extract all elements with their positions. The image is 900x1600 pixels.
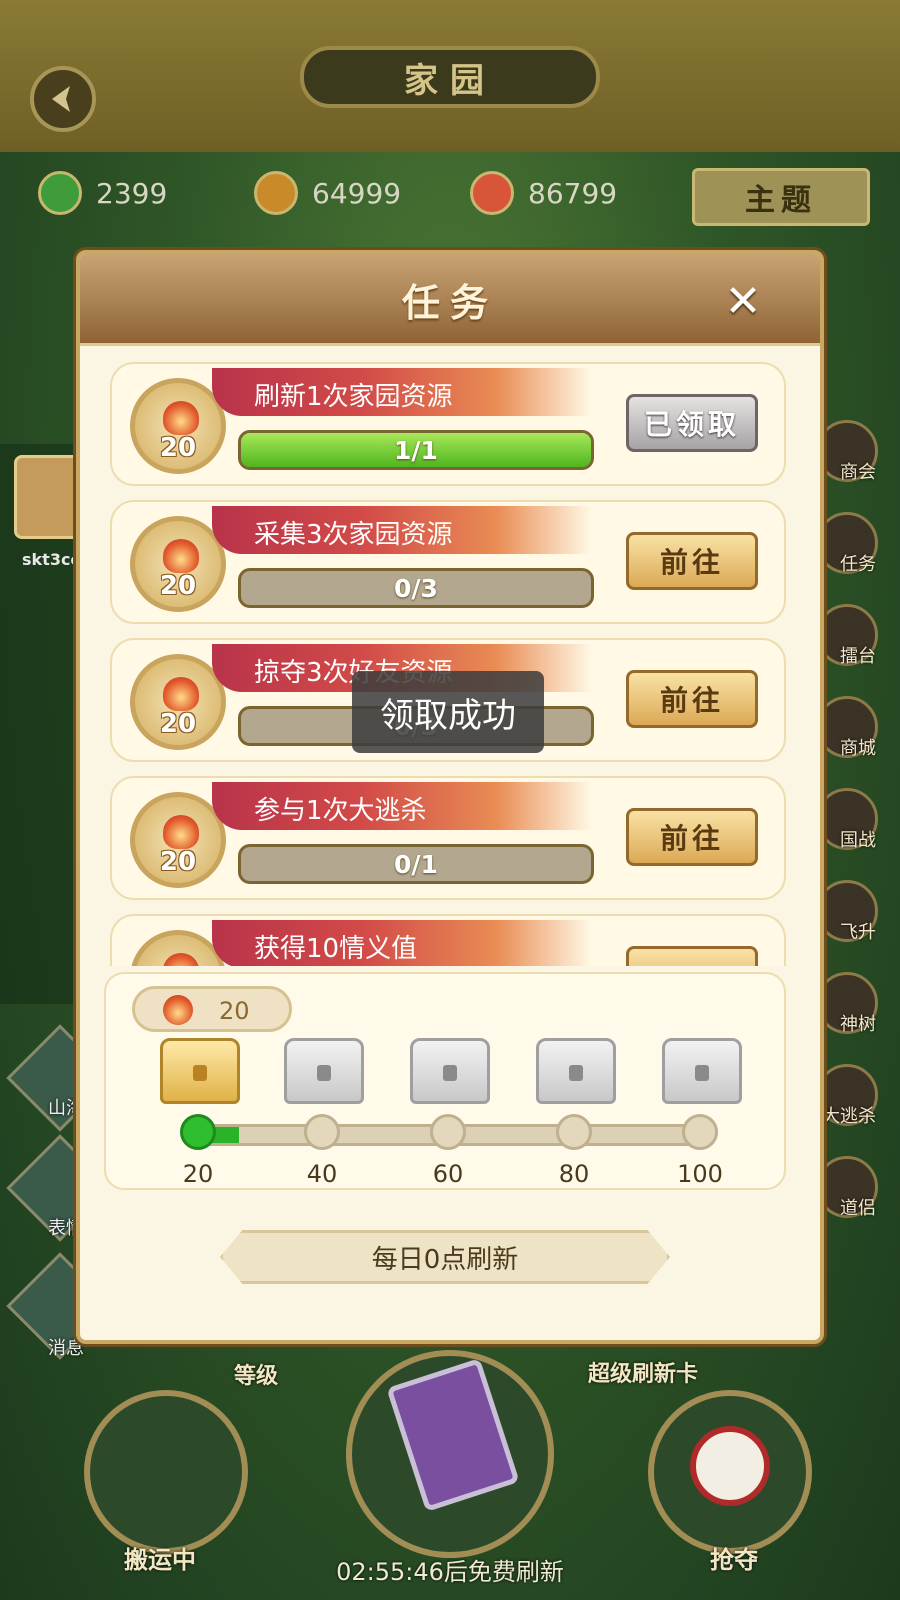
activity-score-value: 20 [219,997,250,1025]
task-row: 20 参与1次大逃杀 0/1 前往 [110,776,786,900]
flame-icon [163,995,193,1025]
menu-tree-label: 神树 [840,1014,876,1035]
reward-amount: 20 [159,709,197,739]
task-title: 采集3次家园资源 [254,520,453,550]
rob-button[interactable] [648,1390,812,1554]
reward-medal: 20 [130,792,226,888]
task-row: 获得10情义值 [110,914,786,966]
close-icon: ✕ [724,275,762,327]
menu-partner-label: 道侣 [840,1198,876,1219]
reward-medal: 20 [130,516,226,612]
resource-peach-value: 86799 [528,176,618,210]
go-button[interactable]: 前往 [626,808,758,866]
resource-leaf: 2399 [38,171,168,215]
reward-medal: 20 [130,378,226,474]
task-progress-bar: 0/3 [238,568,594,608]
menu-arena-label: 擂台 [840,646,876,667]
menu-ascend-label: 飞升 [840,922,876,943]
card-icon [386,1358,520,1512]
flame-icon [163,401,199,435]
go-button-label: 前往 [659,546,724,579]
go-button[interactable]: 前往 [626,532,758,590]
treasure-chest-icon[interactable] [662,1038,742,1104]
claim-success-toast: 领取成功 [352,671,544,753]
task-list[interactable]: 20 刷新1次家园资源 1/1 已领取 20 采集3次家园资源 0/3 前往 2… [110,362,786,966]
reward-amount: 20 [159,571,197,601]
flame-icon [163,953,199,966]
menu-task-label: 任务 [840,554,876,575]
close-button[interactable]: ✕ [720,275,766,327]
activity-reward-panel: 20 20 40 60 80 100 [104,972,786,1190]
flame-icon [163,677,199,711]
milestone-node [304,1114,340,1150]
milestone-label: 20 [182,1160,214,1188]
resource-flower-value: 64999 [312,176,402,210]
milestone-node [180,1114,216,1150]
level-label[interactable]: 等级 [234,1358,278,1390]
back-arrow-icon [52,86,70,112]
menu-shop-label: 商城 [840,738,876,759]
flame-icon [163,539,199,573]
treasure-chest-icon[interactable] [536,1038,616,1104]
back-button[interactable] [30,66,96,132]
player-avatar[interactable] [14,455,84,539]
milestone-node [430,1114,466,1150]
milestone-label: 80 [558,1160,590,1188]
player-name: skt3cc [22,550,80,569]
reward-amount: 20 [159,433,197,463]
resource-peach: 86799 [470,171,618,215]
refresh-card-button[interactable] [346,1350,554,1558]
task-dialog: 任务 ✕ 20 刷新1次家园资源 1/1 已领取 20 采集3次家园资源 0/3… [76,250,824,1344]
go-button[interactable] [626,946,758,966]
backpack-button[interactable] [84,1390,248,1554]
dialog-title: 任务 [401,281,498,325]
reward-amount: 20 [159,847,197,877]
menu-guild-label: 商会 [840,462,876,483]
milestone-label: 40 [306,1160,338,1188]
menu-war-label: 国战 [840,830,876,851]
claimed-button-label: 已领取 [643,408,740,441]
activity-score: 20 [132,986,292,1032]
task-progress-text: 1/1 [394,435,438,465]
super-refresh-card-label[interactable]: 超级刷新卡 [588,1356,698,1388]
theme-button[interactable]: 主题 [692,168,870,226]
page-title: 家园 [300,46,600,108]
task-progress-text: 0/3 [394,573,438,603]
treasure-chest-icon[interactable] [160,1038,240,1104]
milestone-node [556,1114,592,1150]
drum-icon [690,1426,770,1506]
task-progress-bar: 1/1 [238,430,594,470]
daily-refresh-text: 每日0点刷新 [371,1244,519,1275]
treasure-chest-icon[interactable] [284,1038,364,1104]
reward-medal: 20 [130,654,226,750]
milestone-label: 100 [677,1160,723,1188]
treasure-chest-icon[interactable] [410,1038,490,1104]
peach-icon [470,171,514,215]
claimed-button[interactable]: 已领取 [626,394,758,452]
milestone-label: 60 [432,1160,464,1188]
free-refresh-timer: 02:55:46后免费刷新 [336,1558,564,1586]
flower-icon [254,171,298,215]
task-title: 获得10情义值 [254,934,418,964]
go-button[interactable]: 前往 [626,670,758,728]
resource-leaf-value: 2399 [96,176,168,210]
menu-battle-royale-label: 大逃杀 [822,1106,876,1127]
go-button-label: 前往 [659,822,724,855]
resource-flower: 64999 [254,171,402,215]
milestone-node [682,1114,718,1150]
dialog-header: 任务 ✕ [80,254,820,346]
flame-icon [163,815,199,849]
task-title: 参与1次大逃杀 [254,796,427,826]
daily-refresh-note: 每日0点刷新 [220,1230,670,1284]
leaf-icon [38,171,82,215]
task-row: 20 刷新1次家园资源 1/1 已领取 [110,362,786,486]
task-progress-text: 0/1 [394,849,438,879]
go-button-label: 前往 [659,684,724,717]
task-row: 20 采集3次家园资源 0/3 前往 [110,500,786,624]
theme-button-label: 主题 [745,183,817,218]
task-title: 刷新1次家园资源 [254,382,453,412]
task-progress-bar: 0/1 [238,844,594,884]
